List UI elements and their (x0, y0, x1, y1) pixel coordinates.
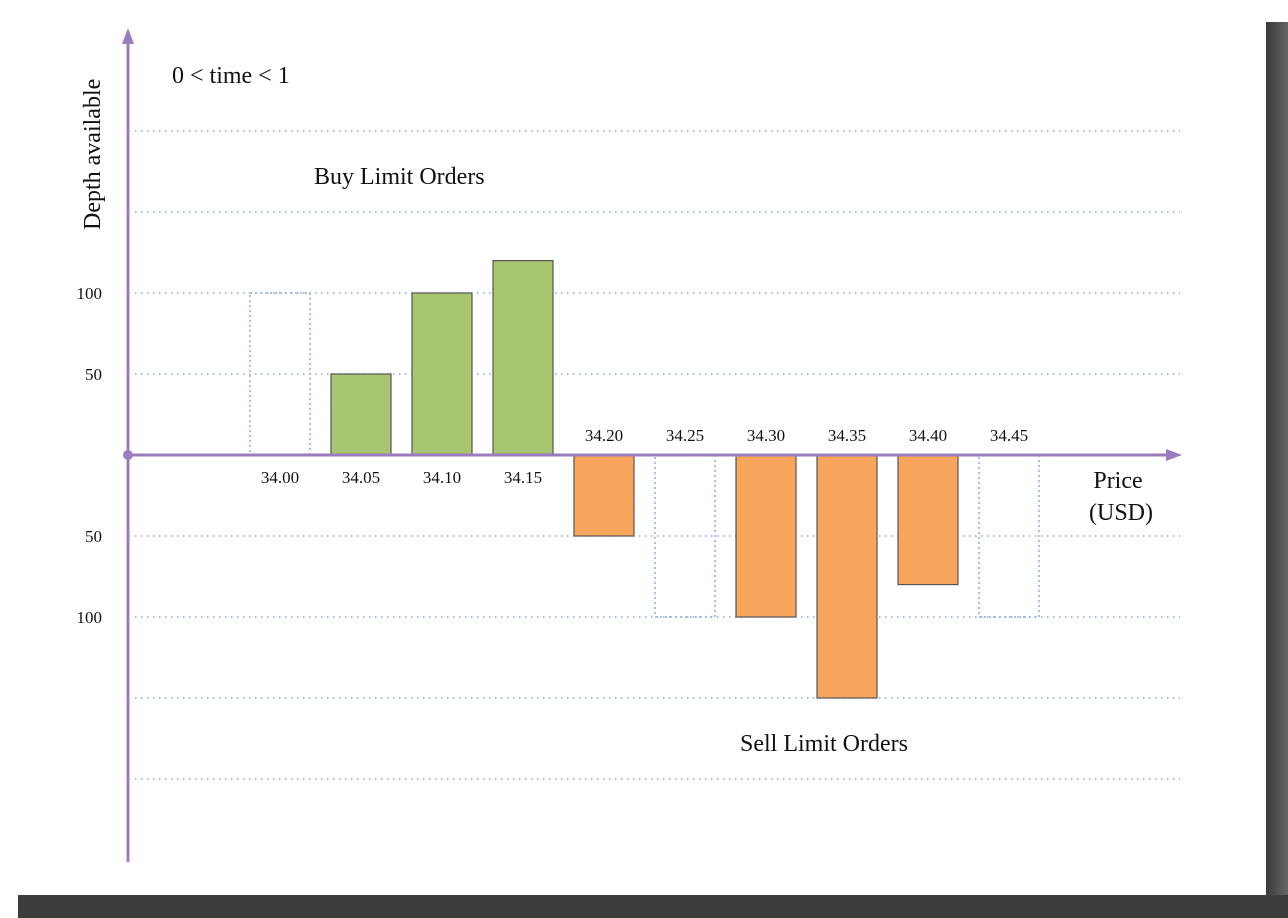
buy-bar-34.10 (411, 292, 473, 456)
chart-title: 0 < time < 1 (172, 63, 290, 89)
page (0, 0, 1266, 895)
sell-orders-annotation: Sell Limit Orders (740, 731, 908, 757)
sell-bar-34.35 (816, 454, 878, 699)
page-shadow-right (1266, 22, 1288, 918)
y-tick-label: 50 (85, 527, 102, 546)
depth-chart: 34.00 34.05 34.10 34.15 34.20 34.25 34.30 34.35… (0, 0, 1288, 918)
buy-bar-34.05 (330, 373, 392, 456)
origin-dot (123, 450, 133, 460)
sell-bar-34.30 (735, 454, 797, 618)
x-tick-label: 34.00 (261, 468, 299, 487)
x-tick-label: 34.25 (666, 426, 704, 445)
x-tick-label: 34.45 (990, 426, 1028, 445)
x-axis-label-line-1: Price (1093, 468, 1142, 494)
x-tick-label: 34.40 (909, 426, 947, 445)
x-tick-label: 34.15 (504, 468, 542, 487)
y-axis-label: Depth available (80, 79, 106, 230)
buy-orders-annotation: Buy Limit Orders (314, 164, 485, 190)
chart-container: 34.00 34.05 34.10 34.15 34.20 34.25 34.30 34.35… (0, 0, 1288, 918)
y-tick-label: 100 (77, 284, 103, 303)
page-shadow-bottom (18, 895, 1288, 918)
x-tick-label: 34.05 (342, 468, 380, 487)
sell-bar-34.40 (897, 454, 959, 586)
x-axis-label-line-2: (USD) (1089, 500, 1153, 526)
x-tick-label: 34.30 (747, 426, 785, 445)
sell-bar-34.20 (573, 454, 635, 537)
x-tick-label: 34.35 (828, 426, 866, 445)
y-tick-label: 50 (85, 365, 102, 384)
x-tick-label: 34.20 (585, 426, 623, 445)
buy-bar-34.15 (492, 260, 554, 456)
y-tick-label: 100 (77, 608, 103, 627)
x-tick-label: 34.10 (423, 468, 461, 487)
